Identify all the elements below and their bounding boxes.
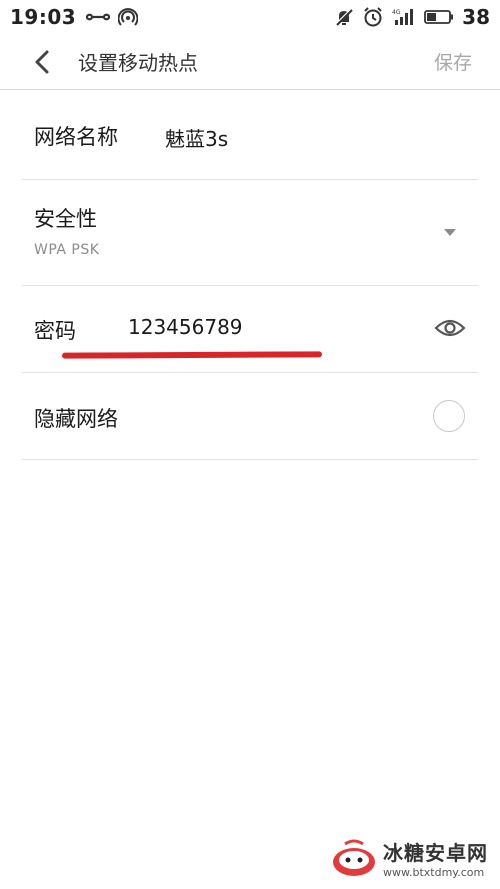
password-input[interactable]: 123456789 xyxy=(128,315,243,339)
security-value: WPA PSK xyxy=(34,242,100,258)
hotspot-icon xyxy=(118,7,139,27)
divider xyxy=(22,179,478,180)
divider xyxy=(22,372,478,373)
watermark-url: www.btxtdmy.com xyxy=(383,866,485,879)
alarm-icon xyxy=(362,6,384,28)
save-button[interactable]: 保存 xyxy=(434,48,472,75)
back-button[interactable] xyxy=(22,42,62,82)
hidden-network-label: 隐藏网络 xyxy=(34,407,118,431)
hidden-network-checkbox[interactable] xyxy=(433,400,465,432)
network-name-label: 网络名称 xyxy=(34,125,118,149)
infinity-icon xyxy=(86,10,111,24)
watermark-title: 冰糖安卓网 xyxy=(383,841,488,865)
network-name-input[interactable]: 魅蓝3s xyxy=(165,123,228,152)
app-header: 设置移动热点 保存 xyxy=(0,34,500,90)
battery-level: 38 xyxy=(462,5,490,29)
page-title: 设置移动热点 xyxy=(78,51,198,75)
status-bar: 19:03 4G 38 xyxy=(0,0,500,34)
battery-icon xyxy=(424,9,454,25)
show-password-toggle[interactable] xyxy=(434,317,466,339)
divider xyxy=(22,459,478,460)
signal-4g-icon: 4G xyxy=(392,8,416,26)
chevron-left-icon xyxy=(35,50,49,73)
security-label: 安全性 xyxy=(34,207,97,231)
watermark: 冰糖安卓网 www.btxtdmy.com xyxy=(331,837,488,879)
watermark-logo xyxy=(333,839,375,876)
dropdown-arrow-icon[interactable] xyxy=(444,229,456,236)
annotation-underline xyxy=(61,351,323,359)
divider xyxy=(22,285,478,286)
password-label: 密码 xyxy=(34,319,76,343)
status-time: 19:03 xyxy=(10,5,77,29)
svg-text:4G: 4G xyxy=(392,9,401,16)
eye-icon xyxy=(434,319,466,337)
mute-icon xyxy=(334,7,354,27)
